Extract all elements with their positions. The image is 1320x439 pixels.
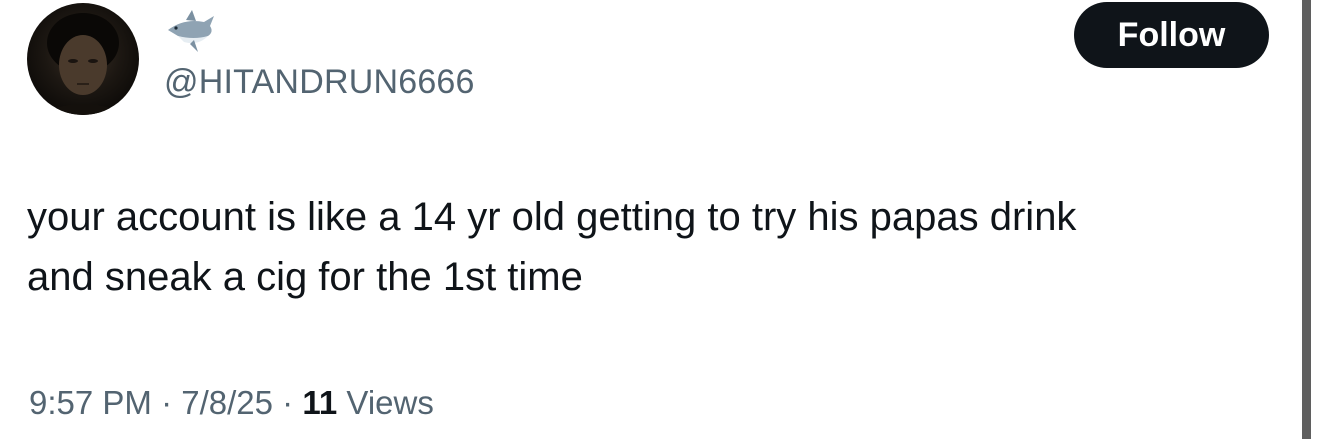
tweet-text: your account is like a 14 yr old getting… (27, 187, 1267, 307)
views-count[interactable]: 11 (302, 384, 337, 421)
scrollbar-thumb[interactable] (1302, 0, 1311, 439)
separator: · (161, 384, 173, 421)
follow-button[interactable]: Follow (1074, 2, 1269, 68)
tweet-date[interactable]: 7/8/25 (181, 384, 273, 421)
shark-icon (164, 8, 218, 54)
tweet-text-line: and sneak a cig for the 1st time (27, 255, 583, 299)
avatar-photo (37, 13, 129, 115)
separator: · (282, 384, 294, 421)
scrollbar[interactable] (1301, 0, 1313, 439)
author-handle[interactable]: @HITANDRUN6666 (164, 62, 475, 102)
views-label[interactable]: Views (346, 384, 433, 421)
tweet-meta: 9:57 PM · 7/8/25 · 11 Views (29, 383, 434, 423)
tweet-time[interactable]: 9:57 PM (29, 384, 152, 421)
tweet-text-line: your account is like a 14 yr old getting… (27, 195, 1077, 239)
avatar[interactable] (27, 3, 139, 115)
